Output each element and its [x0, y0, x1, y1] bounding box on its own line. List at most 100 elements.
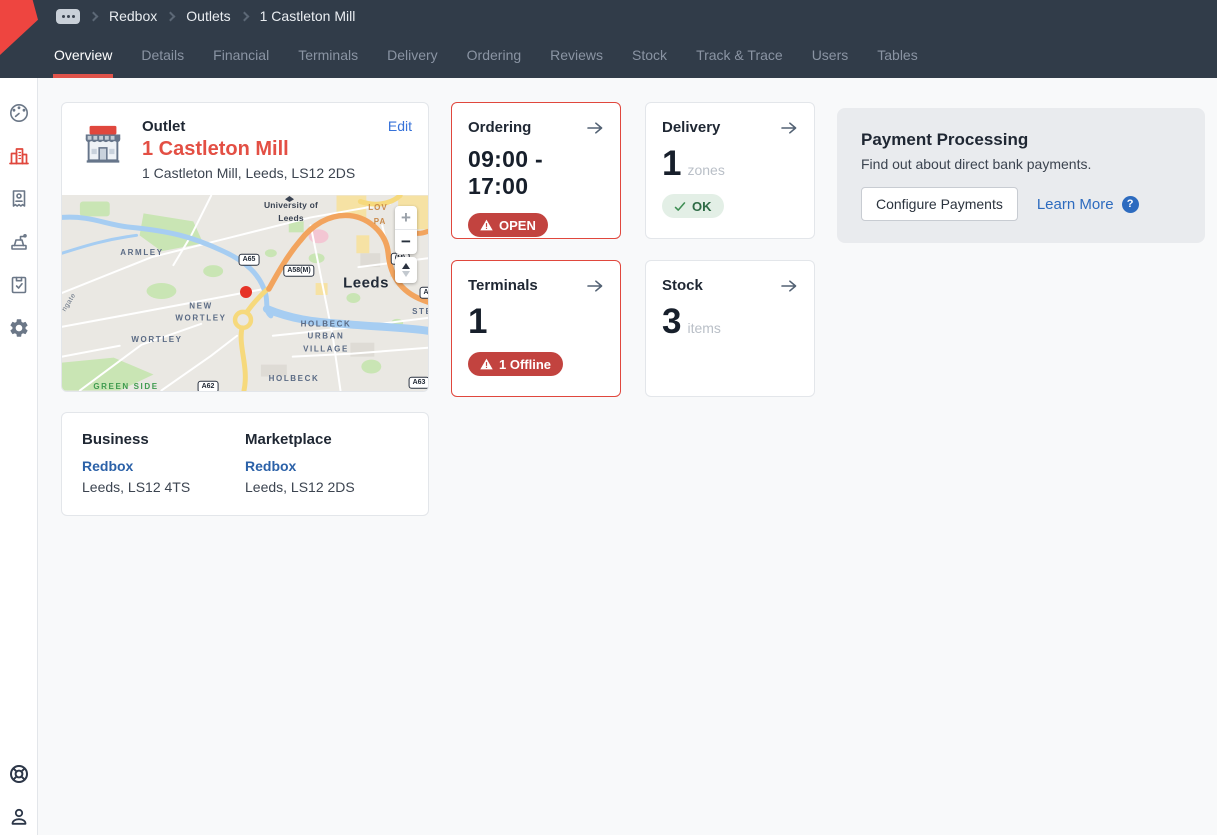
tab-reviews[interactable]: Reviews — [550, 32, 603, 78]
ordering-card[interactable]: Ordering 09:00 - 17:00 OPEN — [451, 102, 621, 239]
payment-description: Find out about direct bank payments. — [861, 156, 1181, 172]
delivery-status-text: OK — [692, 199, 712, 214]
breadcrumb-item-current: 1 Castleton Mill — [260, 8, 356, 24]
stock-card-title: Stock — [662, 277, 703, 294]
business-location: Leeds, LS12 4TS — [82, 479, 245, 495]
chevron-right-icon — [166, 11, 176, 21]
account-user-icon[interactable] — [8, 806, 30, 828]
arrow-right-icon[interactable] — [586, 121, 604, 135]
business-heading: Business — [82, 431, 245, 448]
business-marketplace-card: Business Redbox Leeds, LS12 4TS Marketpl… — [61, 412, 429, 516]
outlet-name: 1 Castleton Mill — [142, 138, 355, 161]
map-label-pa-partial: PA — [374, 216, 387, 228]
breadcrumb-item-outlets[interactable]: Outlets — [186, 8, 230, 24]
road-badge-a62: A62 — [198, 381, 219, 391]
terminals-status-badge: 1 Offline — [468, 352, 563, 376]
outlet-address: 1 Castleton Mill, Leeds, LS12 2DS — [142, 165, 355, 181]
breadcrumb: Redbox Outlets 1 Castleton Mill — [0, 0, 1217, 32]
sidebar — [0, 78, 38, 835]
delivery-card[interactable]: Delivery 1 zones OK — [645, 102, 815, 239]
help-icon[interactable]: ? — [1122, 196, 1139, 213]
payment-title: Payment Processing — [861, 130, 1181, 150]
map-label-holbeck-urban-village: HOLBECK URBAN VILLAGE — [288, 318, 364, 355]
marketplace-location: Leeds, LS12 2DS — [245, 479, 408, 495]
tab-users[interactable]: Users — [812, 32, 849, 78]
chevron-right-icon — [239, 11, 249, 21]
main-content: Outlet 1 Castleton Mill 1 Castleton Mill… — [38, 78, 1217, 835]
dashboard-gauge-icon[interactable] — [8, 102, 30, 124]
map-label-stea-partial: STEA — [412, 306, 428, 318]
warning-icon — [480, 219, 493, 231]
outlet-location-marker — [240, 286, 252, 298]
road-badge-a58m: A58(M) — [283, 265, 314, 277]
compass-up-icon — [402, 263, 410, 269]
tab-track-trace[interactable]: Track & Trace — [696, 32, 783, 78]
warning-icon — [480, 358, 493, 370]
outlet-card: Outlet 1 Castleton Mill 1 Castleton Mill… — [61, 102, 429, 392]
stock-count: 3 — [662, 304, 681, 339]
road-badge-a63: A63 — [409, 377, 428, 389]
map-label-wortley: WORTLEY — [131, 334, 182, 346]
terminals-card[interactable]: Terminals 1 1 Offline — [451, 260, 621, 397]
stock-clipboard-icon[interactable] — [8, 274, 30, 296]
arrow-right-icon[interactable] — [780, 279, 798, 293]
edit-outlet-link[interactable]: Edit — [388, 118, 412, 181]
tab-overview[interactable]: Overview — [54, 32, 112, 78]
storefront-icon — [80, 122, 126, 168]
configure-payments-button[interactable]: Configure Payments — [861, 187, 1018, 221]
tab-stock[interactable]: Stock — [632, 32, 667, 78]
compass-down-icon — [402, 271, 410, 277]
ordering-card-title: Ordering — [468, 119, 531, 136]
map-compass-control[interactable] — [395, 257, 417, 283]
tab-financial[interactable]: Financial — [213, 32, 269, 78]
ordering-status-text: OPEN — [499, 218, 536, 233]
marketplace-link[interactable]: Redbox — [245, 458, 296, 474]
help-lifebuoy-icon[interactable] — [8, 763, 30, 785]
map-label-holbeck: HOLBECK — [269, 373, 320, 385]
tab-ordering[interactable]: Ordering — [467, 32, 521, 78]
map-zoom-out-button[interactable]: − — [395, 230, 417, 254]
arrow-right-icon[interactable] — [586, 279, 604, 293]
till-register-icon[interactable] — [8, 231, 30, 253]
breadcrumb-menu-icon[interactable] — [56, 9, 80, 24]
map-label-leeds: Leeds — [343, 271, 389, 294]
map-label-green-side: GREEN SIDE — [93, 381, 158, 391]
terminals-card-title: Terminals — [468, 277, 538, 294]
outlets-buildings-icon[interactable] — [8, 145, 30, 167]
tab-terminals[interactable]: Terminals — [298, 32, 358, 78]
delivery-unit-label: zones — [687, 163, 724, 177]
check-icon — [674, 201, 686, 212]
top-header: Redbox Outlets 1 Castleton Mill Overview… — [0, 0, 1217, 78]
map-label-new-wortley: NEW WORTLEY — [168, 301, 234, 326]
outlet-type-label: Outlet — [142, 118, 355, 135]
road-badge-a6-partial: A6 — [420, 287, 428, 299]
chevron-right-icon — [89, 11, 99, 21]
road-badge-a65: A65 — [239, 254, 260, 266]
business-link[interactable]: Redbox — [82, 458, 133, 474]
tab-bar: Overview Details Financial Terminals Del… — [0, 32, 1217, 78]
ordering-status-badge: OPEN — [468, 213, 548, 237]
map-zoom-control: + − — [395, 206, 417, 254]
tab-details[interactable]: Details — [141, 32, 184, 78]
delivery-card-title: Delivery — [662, 119, 720, 136]
tab-tables[interactable]: Tables — [877, 32, 917, 78]
settings-gear-icon[interactable] — [8, 317, 30, 339]
delivery-zone-count: 1 — [662, 146, 681, 181]
map-label-lov-partial: LOV — [368, 202, 387, 214]
stock-unit-label: items — [687, 321, 720, 335]
map-zoom-in-button[interactable]: + — [395, 206, 417, 230]
map-label-university: University of Leeds — [256, 199, 326, 225]
outlet-map[interactable]: University of Leeds ARMLEY NEW WORTLEY W… — [62, 195, 428, 391]
tab-delivery[interactable]: Delivery — [387, 32, 438, 78]
marketplace-heading: Marketplace — [245, 431, 408, 448]
delivery-status-badge: OK — [662, 194, 724, 218]
payment-processing-panel: Payment Processing Find out about direct… — [837, 108, 1205, 243]
receipts-icon[interactable] — [8, 188, 30, 210]
learn-more-link[interactable]: Learn More — [1037, 196, 1114, 213]
terminals-status-text: 1 Offline — [499, 357, 551, 372]
terminals-count: 1 — [468, 304, 487, 339]
breadcrumb-item-redbox[interactable]: Redbox — [109, 8, 157, 24]
ordering-hours: 09:00 - 17:00 — [468, 146, 604, 200]
stock-card[interactable]: Stock 3 items — [645, 260, 815, 397]
arrow-right-icon[interactable] — [780, 121, 798, 135]
